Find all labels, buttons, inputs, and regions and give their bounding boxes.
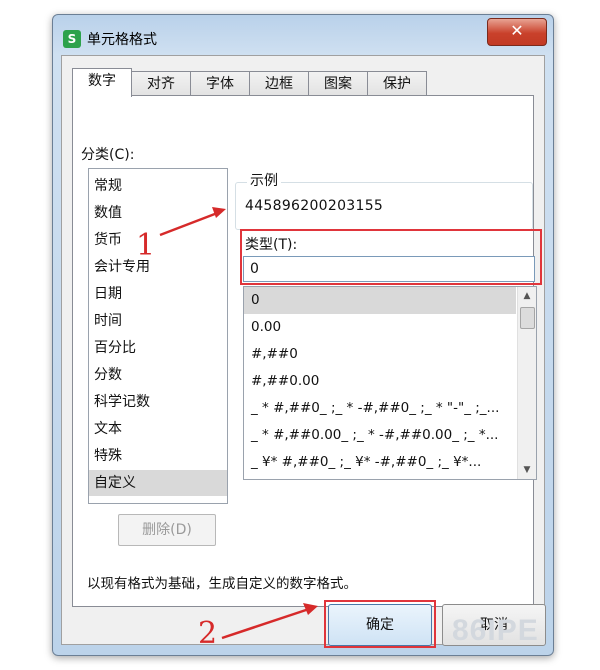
format-code-list[interactable]: 0 0.00 #,##0 #,##0.00 _ * #,##0_ ;_ * -#… <box>243 286 537 480</box>
category-item-percentage[interactable]: 百分比 <box>89 335 227 361</box>
format-item[interactable]: _ ¥* #,##0_ ;_ ¥* -#,##0_ ;_ ¥*... <box>244 449 516 476</box>
category-item-general[interactable]: 常规 <box>89 173 227 199</box>
annotation-step-1: 1 <box>136 228 156 263</box>
category-label: 分类(C): <box>81 147 135 163</box>
close-button[interactable]: ✕ <box>487 18 547 46</box>
category-item-text[interactable]: 文本 <box>89 416 227 442</box>
scroll-up-arrow-icon[interactable]: ▲ <box>518 287 536 305</box>
format-cells-dialog: S 单元格格式 ✕ 数字 对齐 字体 边框 图案 保护 分类(C): 常规 数值… <box>52 14 554 656</box>
tab-pattern[interactable]: 图案 <box>308 71 368 96</box>
tab-protection[interactable]: 保护 <box>367 71 427 96</box>
title-bar: S 单元格格式 ✕ <box>53 15 553 55</box>
dialog-body: 数字 对齐 字体 边框 图案 保护 分类(C): 常规 数值 货币 会计专用 日… <box>61 55 546 648</box>
category-item-number[interactable]: 数值 <box>89 200 227 226</box>
scroll-down-arrow-icon[interactable]: ▼ <box>518 461 536 479</box>
scroll-thumb[interactable] <box>520 307 535 329</box>
sample-value: 445896200203155 <box>245 198 384 214</box>
category-item-accounting[interactable]: 会计专用 <box>89 254 227 280</box>
tab-alignment[interactable]: 对齐 <box>131 71 191 96</box>
number-tab-panel: 分类(C): 常规 数值 货币 会计专用 日期 时间 百分比 分数 科学记数 文… <box>72 95 542 607</box>
delete-button[interactable]: 删除(D) <box>118 514 216 546</box>
category-item-special[interactable]: 特殊 <box>89 443 227 469</box>
wps-app-icon: S <box>63 30 81 48</box>
tab-border[interactable]: 边框 <box>249 71 309 96</box>
category-item-time[interactable]: 时间 <box>89 308 227 334</box>
dialog-title: 单元格格式 <box>87 32 157 48</box>
category-list[interactable]: 常规 数值 货币 会计专用 日期 时间 百分比 分数 科学记数 文本 特殊 自定… <box>88 168 228 504</box>
sample-label: 示例 <box>247 170 281 190</box>
format-item[interactable]: #,##0.00 <box>244 368 516 395</box>
highlight-box-type <box>240 229 542 285</box>
format-item[interactable]: 0 <box>244 287 516 314</box>
category-item-date[interactable]: 日期 <box>89 281 227 307</box>
tab-font[interactable]: 字体 <box>190 71 250 96</box>
format-description: 以现有格式为基础，生成自定义的数字格式。 <box>87 576 357 592</box>
category-item-currency[interactable]: 货币 <box>89 227 227 253</box>
tab-number[interactable]: 数字 <box>72 68 132 97</box>
category-item-custom[interactable]: 自定义 <box>89 470 227 496</box>
format-item[interactable]: 0.00 <box>244 314 516 341</box>
format-item[interactable]: _ * #,##0.00_ ;_ * -#,##0.00_ ;_ *... <box>244 422 516 449</box>
highlight-box-ok <box>324 600 436 648</box>
format-list-scrollbar[interactable]: ▲ ▼ <box>517 287 536 479</box>
watermark-logo: 86IPE <box>452 614 539 647</box>
category-item-fraction[interactable]: 分数 <box>89 362 227 388</box>
format-item[interactable]: #,##0 <box>244 341 516 368</box>
format-item[interactable]: _ * #,##0_ ;_ * -#,##0_ ;_ * "-"_ ;_... <box>244 395 516 422</box>
category-item-scientific[interactable]: 科学记数 <box>89 389 227 415</box>
annotation-step-2: 2 <box>198 616 218 651</box>
